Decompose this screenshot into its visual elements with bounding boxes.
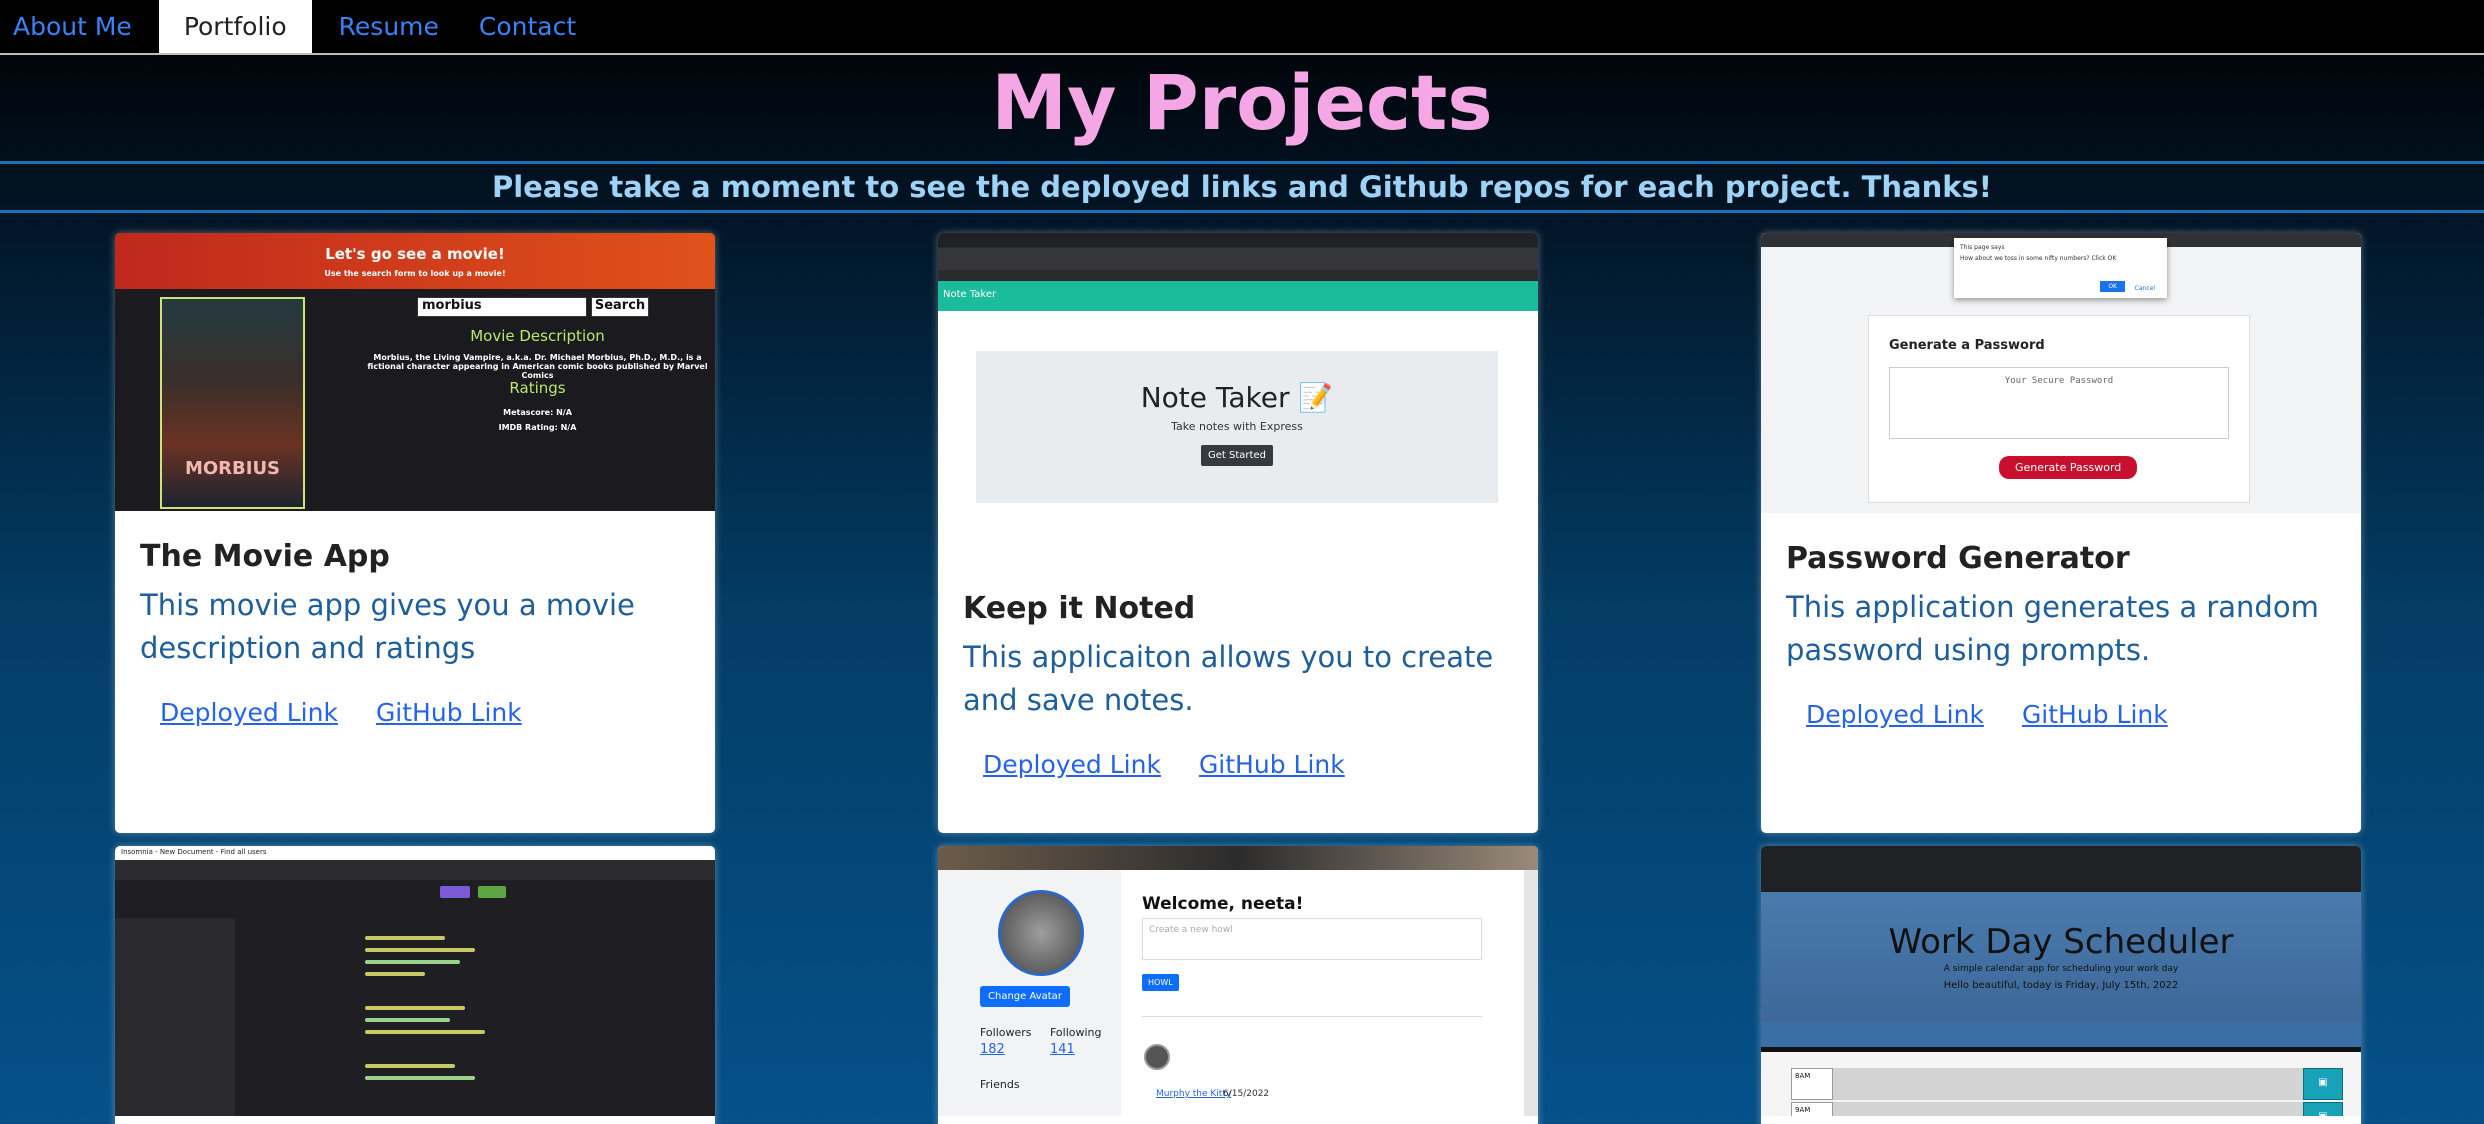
nav-portfolio[interactable]: Portfolio [158,0,312,53]
insomnia-sidebar [115,918,235,1116]
scheduler-title: Work Day Scheduler [1888,922,2234,962]
insomnia-window-title: Insomnia - New Document - Find all users [115,846,715,860]
deployed-link[interactable]: Deployed Link [160,698,338,727]
howl-button: HOWL [1142,974,1179,991]
project-description: This movie app gives you a movie descrip… [140,588,635,665]
project-card-keep-it-noted: Note Taker Note Taker 📝 Take notes with … [938,233,1538,833]
time-slot-input [1833,1102,2303,1116]
project-card-movie-app: Let's go see a movie! Use the search for… [115,233,715,833]
note-taker-panel-title: Note Taker 📝 [1140,381,1334,414]
howl-textarea: Create a new howl [1142,918,1482,960]
page-title: My Projects [991,58,1493,147]
dialog-title: This page says [1960,244,2005,251]
following-count: 141 [1050,1042,1075,1057]
movie-app-screenshot: Let's go see a movie! Use the search for… [115,233,715,511]
note-taker-screenshot: Note Taker Note Taker 📝 Take notes with … [938,233,1538,545]
post-avatar [1144,1044,1170,1070]
password-generator-screenshot: This page says How about we toss in some… [1761,233,2361,513]
deployed-link[interactable]: Deployed Link [983,750,1161,779]
time-slot-label: 9AM [1791,1102,1833,1116]
page-subtitle: Please take a moment to see the deployed… [491,170,1993,204]
github-link[interactable]: GitHub Link [376,698,522,727]
note-taker-bar: Note Taker [938,281,1538,311]
project-title: Password Generator [1786,541,2130,576]
work-day-scheduler-screenshot: Work Day Scheduler A simple calendar app… [1761,846,2361,1116]
github-link[interactable]: GitHub Link [1199,750,1345,779]
post-date: 6/15/2022 [1223,1089,1270,1099]
movie-banner: Let's go see a movie! Use the search for… [115,233,715,289]
post-username: Murphy the Kitty [1156,1089,1232,1099]
movie-poster-title: MORBIUS [184,458,281,479]
top-nav: About Me Portfolio Resume Contact [0,0,2484,55]
project-links: Deployed Link GitHub Link [983,750,1538,779]
movie-banner-title: Let's go see a movie! [325,245,505,263]
browser-dialog: This page says How about we toss in some… [1954,238,2167,298]
project-title: The Movie App [140,539,390,574]
github-link[interactable]: GitHub Link [2022,700,2168,729]
social-header-image [938,846,1538,870]
scheduler-date: Hello beautiful, today is Friday, July 1… [1943,980,2179,991]
save-icon: ▣ [2303,1068,2343,1100]
save-icon: ▣ [2303,1102,2343,1116]
project-links: Deployed Link GitHub Link [1806,700,2361,729]
avatar [998,890,1084,976]
deployed-link[interactable]: Deployed Link [1806,700,1984,729]
movie-poster: MORBIUS [160,297,305,509]
browser-chrome [938,233,1538,281]
followers-label: Followers [980,1026,1032,1039]
project-title: Keep it Noted [963,591,1196,626]
dialog-text: How about we toss in some nifty numbers?… [1960,255,2117,262]
project-description: This application generates a random pass… [1786,590,2319,667]
movie-search-button: Search [591,297,649,317]
get-started-button: Get Started [1201,445,1273,466]
movie-banner-subtitle: Use the search form to look up a movie! [324,269,506,278]
generate-password-button: Generate Password [1999,456,2138,479]
movie-description-text: Morbius, the Living Vampire, a.k.a. Dr. … [367,353,708,380]
movie-search-input: morbius [417,297,587,317]
movie-description-heading: Movie Description [470,327,605,345]
movie-metascore: Metascore: N/A [503,408,572,417]
friends-label: Friends [980,1078,1020,1091]
movie-ratings-heading: Ratings [509,379,566,397]
project-card-work-day-scheduler: Work Day Scheduler A simple calendar app… [1761,846,2361,1124]
scheduler-hero: Work Day Scheduler A simple calendar app… [1761,892,2361,1022]
project-description: This applicaiton allows you to create an… [963,640,1494,717]
password-box-title: Generate a Password [1889,338,2045,353]
welcome-heading: Welcome, neeta! [1142,894,1304,914]
nav-contact[interactable]: Contact [466,0,589,53]
scheduler-subtitle: A simple calendar app for scheduling you… [1943,964,2179,974]
dialog-ok-button: OK [2100,281,2125,292]
movie-imdb-rating: IMDB Rating: N/A [498,423,577,432]
project-card-insomnia: Insomnia - New Document - Find all users [115,846,715,1124]
following-label: Following [1050,1026,1102,1039]
note-taker-panel: Note Taker 📝 Take notes with Express Get… [976,351,1498,503]
project-card-password-generator: This page says How about we toss in some… [1761,233,2361,833]
subtitle-band: Please take a moment to see the deployed… [0,161,2484,213]
nav-about-me[interactable]: About Me [0,0,145,53]
password-textarea: Your Secure Password [1889,367,2229,439]
scrollbar [1524,870,1538,1116]
browser-chrome [1761,846,2361,892]
nav-resume[interactable]: Resume [326,0,452,53]
change-avatar-button: Change Avatar [980,986,1070,1007]
password-box: Generate a Password Your Secure Password… [1868,315,2250,503]
insomnia-screenshot: Insomnia - New Document - Find all users [115,846,715,1116]
project-card-social: Change Avatar Followers 182 Following 14… [938,846,1538,1124]
project-links: Deployed Link GitHub Link [160,698,715,727]
time-slot-label: 8AM [1791,1068,1833,1100]
note-taker-panel-subtitle: Take notes with Express [1171,420,1303,433]
social-app-screenshot: Change Avatar Followers 182 Following 14… [938,846,1538,1116]
dialog-cancel-button: Cancel [2134,285,2155,292]
time-slot-input [1833,1068,2303,1100]
followers-count: 182 [980,1042,1005,1057]
